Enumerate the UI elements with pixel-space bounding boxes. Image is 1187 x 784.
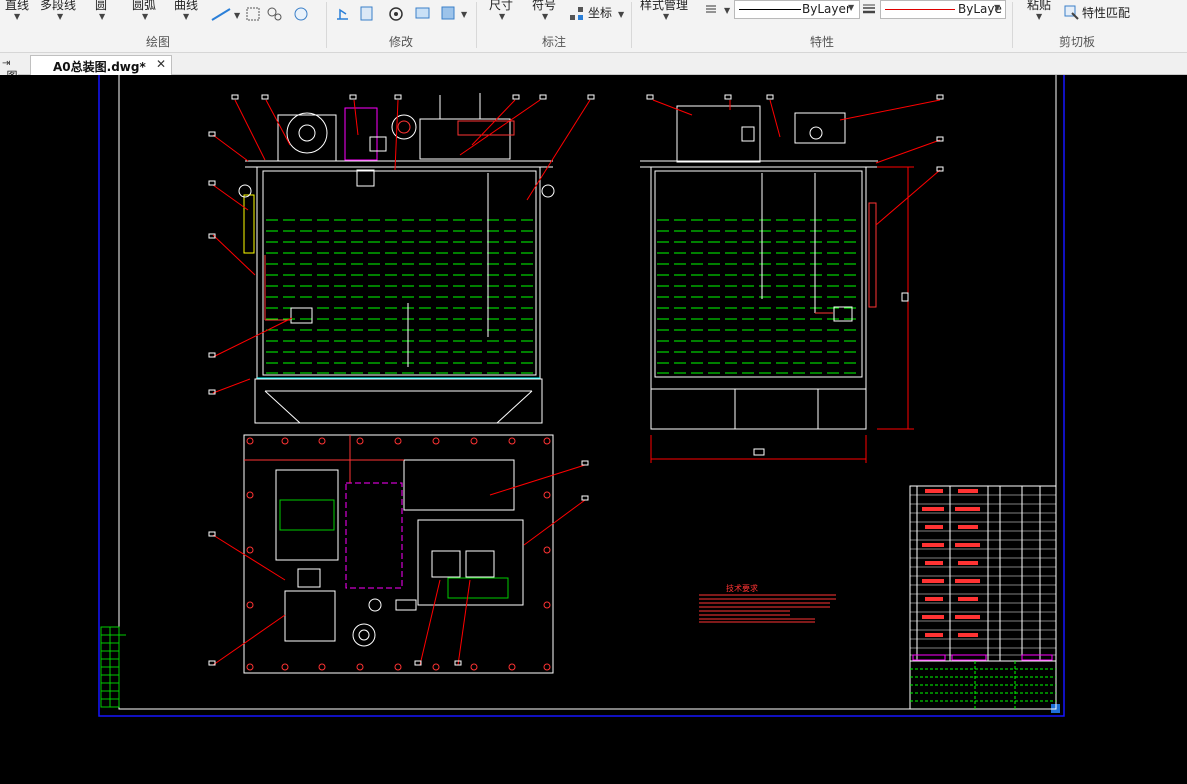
close-icon[interactable]: ✕ [156,57,166,71]
color-dropdown[interactable]: ByLaye ▼ [880,0,1006,19]
document-tab-bar: A0总装图.dwg* ✕ [0,53,1187,75]
document-tab[interactable]: A0总装图.dwg* ✕ [30,55,172,75]
pin-icon[interactable]: ⇥ [2,58,10,69]
document-tab-label: A0总装图.dwg* [53,60,146,74]
ribbon: 直线 ▼ 多段线 ▼ 圆 ▼ 圆弧 ▼ 曲线 ▼ ▼ 绘图 ▼ 修改 尺寸 ▼ … [0,0,1187,53]
tech-req-title: 技术要求 [726,583,758,593]
modify-group-label: 修改 [388,35,413,49]
svg-text:▼: ▼ [461,10,468,19]
group-divider [326,2,327,48]
chevron-down-icon[interactable]: ▼ [499,12,505,21]
arc-tool[interactable]: 圆弧 [132,0,156,12]
chevron-down-icon[interactable]: ▼ [99,12,105,21]
style-manager-button[interactable]: 样式管理 [640,0,688,12]
symbol-tool[interactable]: 符号 [532,0,556,12]
linetype-preview [739,9,801,10]
chevron-down-icon[interactable]: ▼ [14,12,20,21]
modify-tools[interactable]: ▼ [334,4,474,24]
draw-small-tools[interactable]: ▼ [208,6,328,22]
circle-tool[interactable]: 圆 [95,0,107,12]
linetype-dropdown[interactable]: ByLayer ▼ [734,0,860,19]
group-divider [631,2,632,48]
draw-group-label: 绘图 [145,35,170,49]
coordinate-tool[interactable]: 坐标 [588,6,612,20]
chevron-down-icon: ▼ [848,3,855,12]
coordinate-icon[interactable] [569,6,585,22]
paste-button[interactable]: 粘贴 [1027,0,1051,12]
curve-tool[interactable]: 曲线 [174,0,198,12]
group-divider [1012,2,1013,48]
clipboard-group-label: 剪切板 [1058,35,1095,49]
svg-text:▼: ▼ [724,6,731,15]
match-properties-icon[interactable] [1064,5,1080,21]
list-icon[interactable]: ▼ [704,4,734,16]
color-preview [885,9,955,10]
polyline-tool[interactable]: 多段线 [40,0,76,12]
chevron-down-icon[interactable]: ▼ [618,10,624,19]
line-tool[interactable]: 直线 [5,0,29,12]
chevron-down-icon[interactable]: ▼ [183,12,189,21]
chevron-down-icon[interactable]: ▼ [57,12,63,21]
chevron-down-icon[interactable]: ▼ [142,12,148,21]
annotate-group-label: 标注 [541,35,566,49]
chevron-down-icon[interactable]: ▼ [542,12,548,21]
drawing-canvas[interactable]: 技术要求 [0,75,1187,784]
match-properties-button[interactable]: 特性匹配 [1082,6,1130,20]
chevron-down-icon[interactable]: ▼ [663,12,669,21]
properties-group-label: 特性 [809,35,834,49]
dimension-tool[interactable]: 尺寸 [489,0,513,12]
chevron-down-icon[interactable]: ▼ [1036,12,1042,21]
lineweight-icon[interactable] [862,3,876,15]
svg-text:▼: ▼ [234,11,241,20]
group-divider [476,2,477,48]
chevron-down-icon: ▼ [994,3,1001,12]
